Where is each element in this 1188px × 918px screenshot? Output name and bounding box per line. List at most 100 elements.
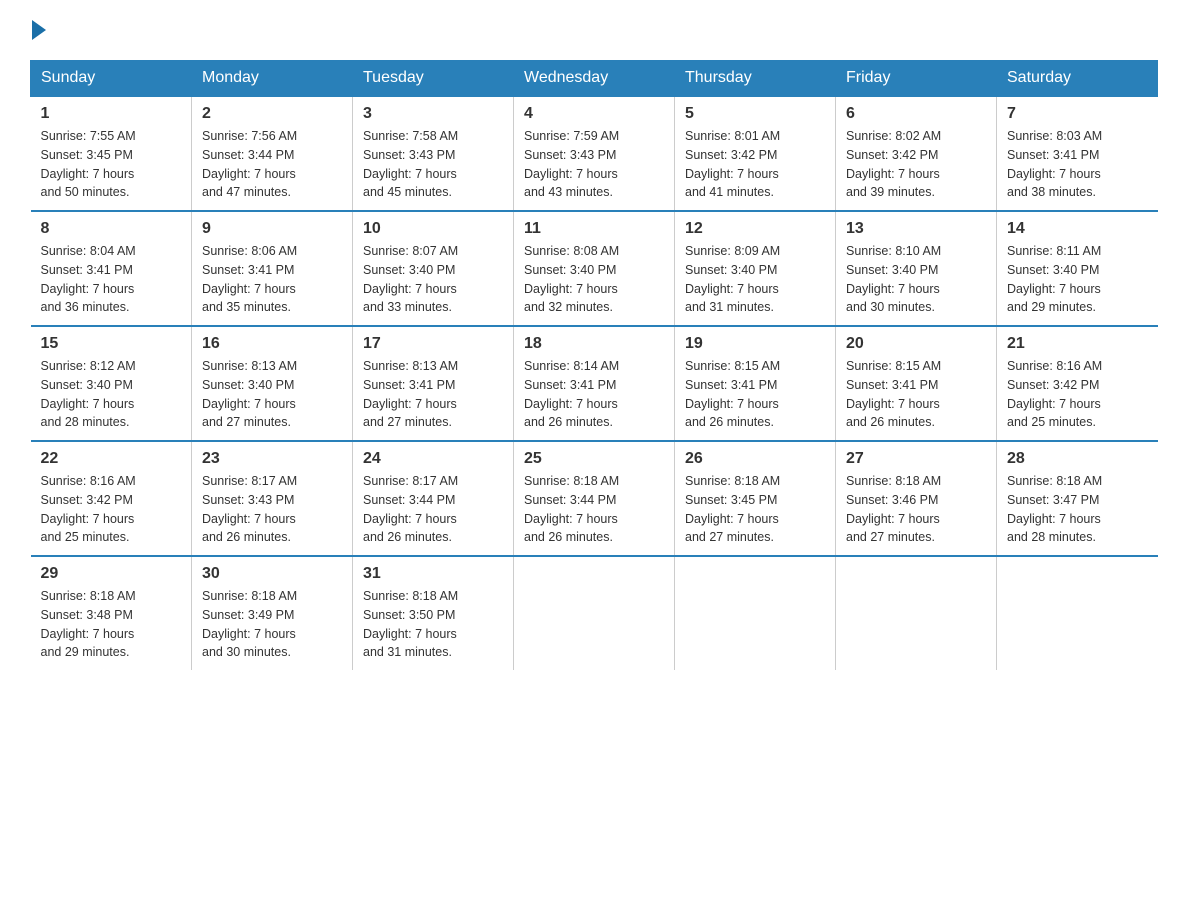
day-number: 1 xyxy=(41,105,182,123)
header-row: SundayMondayTuesdayWednesdayThursdayFrid… xyxy=(31,61,1158,97)
week-row-3: 15 Sunrise: 8:12 AM Sunset: 3:40 PM Dayl… xyxy=(31,326,1158,441)
day-info: Sunrise: 8:07 AM Sunset: 3:40 PM Dayligh… xyxy=(363,242,503,317)
day-cell: 14 Sunrise: 8:11 AM Sunset: 3:40 PM Dayl… xyxy=(997,211,1158,326)
day-cell: 28 Sunrise: 8:18 AM Sunset: 3:47 PM Dayl… xyxy=(997,441,1158,556)
header-cell-wednesday: Wednesday xyxy=(514,61,675,97)
day-info: Sunrise: 8:04 AM Sunset: 3:41 PM Dayligh… xyxy=(41,242,182,317)
calendar-header: SundayMondayTuesdayWednesdayThursdayFrid… xyxy=(31,61,1158,97)
day-info: Sunrise: 8:18 AM Sunset: 3:44 PM Dayligh… xyxy=(524,472,664,547)
day-number: 29 xyxy=(41,565,182,583)
day-number: 4 xyxy=(524,105,664,123)
day-info: Sunrise: 8:06 AM Sunset: 3:41 PM Dayligh… xyxy=(202,242,342,317)
day-cell: 7 Sunrise: 8:03 AM Sunset: 3:41 PM Dayli… xyxy=(997,96,1158,211)
day-cell: 20 Sunrise: 8:15 AM Sunset: 3:41 PM Dayl… xyxy=(836,326,997,441)
day-cell: 25 Sunrise: 8:18 AM Sunset: 3:44 PM Dayl… xyxy=(514,441,675,556)
day-cell: 15 Sunrise: 8:12 AM Sunset: 3:40 PM Dayl… xyxy=(31,326,192,441)
day-number: 14 xyxy=(1007,220,1148,238)
logo xyxy=(30,20,48,40)
day-number: 19 xyxy=(685,335,825,353)
day-info: Sunrise: 8:17 AM Sunset: 3:43 PM Dayligh… xyxy=(202,472,342,547)
day-number: 26 xyxy=(685,450,825,468)
day-info: Sunrise: 8:13 AM Sunset: 3:40 PM Dayligh… xyxy=(202,357,342,432)
day-info: Sunrise: 8:11 AM Sunset: 3:40 PM Dayligh… xyxy=(1007,242,1148,317)
day-cell: 22 Sunrise: 8:16 AM Sunset: 3:42 PM Dayl… xyxy=(31,441,192,556)
day-number: 10 xyxy=(363,220,503,238)
day-cell: 13 Sunrise: 8:10 AM Sunset: 3:40 PM Dayl… xyxy=(836,211,997,326)
day-cell: 21 Sunrise: 8:16 AM Sunset: 3:42 PM Dayl… xyxy=(997,326,1158,441)
day-info: Sunrise: 8:14 AM Sunset: 3:41 PM Dayligh… xyxy=(524,357,664,432)
day-cell: 17 Sunrise: 8:13 AM Sunset: 3:41 PM Dayl… xyxy=(353,326,514,441)
day-info: Sunrise: 7:58 AM Sunset: 3:43 PM Dayligh… xyxy=(363,127,503,202)
day-info: Sunrise: 8:18 AM Sunset: 3:45 PM Dayligh… xyxy=(685,472,825,547)
day-cell: 5 Sunrise: 8:01 AM Sunset: 3:42 PM Dayli… xyxy=(675,96,836,211)
day-number: 24 xyxy=(363,450,503,468)
day-cell: 31 Sunrise: 8:18 AM Sunset: 3:50 PM Dayl… xyxy=(353,556,514,670)
day-cell: 27 Sunrise: 8:18 AM Sunset: 3:46 PM Dayl… xyxy=(836,441,997,556)
day-number: 21 xyxy=(1007,335,1148,353)
day-info: Sunrise: 8:18 AM Sunset: 3:50 PM Dayligh… xyxy=(363,587,503,662)
day-info: Sunrise: 8:18 AM Sunset: 3:47 PM Dayligh… xyxy=(1007,472,1148,547)
day-number: 6 xyxy=(846,105,986,123)
logo-arrow-icon xyxy=(32,20,46,40)
day-cell: 19 Sunrise: 8:15 AM Sunset: 3:41 PM Dayl… xyxy=(675,326,836,441)
day-info: Sunrise: 8:01 AM Sunset: 3:42 PM Dayligh… xyxy=(685,127,825,202)
day-number: 25 xyxy=(524,450,664,468)
day-cell: 11 Sunrise: 8:08 AM Sunset: 3:40 PM Dayl… xyxy=(514,211,675,326)
day-info: Sunrise: 8:15 AM Sunset: 3:41 PM Dayligh… xyxy=(685,357,825,432)
day-number: 11 xyxy=(524,220,664,238)
calendar-table: SundayMondayTuesdayWednesdayThursdayFrid… xyxy=(30,60,1158,670)
day-number: 13 xyxy=(846,220,986,238)
page-header xyxy=(30,20,1158,40)
week-row-1: 1 Sunrise: 7:55 AM Sunset: 3:45 PM Dayli… xyxy=(31,96,1158,211)
day-cell: 24 Sunrise: 8:17 AM Sunset: 3:44 PM Dayl… xyxy=(353,441,514,556)
day-info: Sunrise: 7:55 AM Sunset: 3:45 PM Dayligh… xyxy=(41,127,182,202)
day-info: Sunrise: 8:12 AM Sunset: 3:40 PM Dayligh… xyxy=(41,357,182,432)
day-info: Sunrise: 7:56 AM Sunset: 3:44 PM Dayligh… xyxy=(202,127,342,202)
day-info: Sunrise: 8:03 AM Sunset: 3:41 PM Dayligh… xyxy=(1007,127,1148,202)
day-cell: 8 Sunrise: 8:04 AM Sunset: 3:41 PM Dayli… xyxy=(31,211,192,326)
day-cell: 4 Sunrise: 7:59 AM Sunset: 3:43 PM Dayli… xyxy=(514,96,675,211)
day-number: 30 xyxy=(202,565,342,583)
day-number: 2 xyxy=(202,105,342,123)
day-info: Sunrise: 8:02 AM Sunset: 3:42 PM Dayligh… xyxy=(846,127,986,202)
header-cell-saturday: Saturday xyxy=(997,61,1158,97)
day-info: Sunrise: 8:13 AM Sunset: 3:41 PM Dayligh… xyxy=(363,357,503,432)
day-info: Sunrise: 8:16 AM Sunset: 3:42 PM Dayligh… xyxy=(1007,357,1148,432)
day-cell: 3 Sunrise: 7:58 AM Sunset: 3:43 PM Dayli… xyxy=(353,96,514,211)
day-cell: 1 Sunrise: 7:55 AM Sunset: 3:45 PM Dayli… xyxy=(31,96,192,211)
day-number: 3 xyxy=(363,105,503,123)
day-cell: 16 Sunrise: 8:13 AM Sunset: 3:40 PM Dayl… xyxy=(192,326,353,441)
day-cell: 23 Sunrise: 8:17 AM Sunset: 3:43 PM Dayl… xyxy=(192,441,353,556)
day-info: Sunrise: 8:10 AM Sunset: 3:40 PM Dayligh… xyxy=(846,242,986,317)
day-info: Sunrise: 7:59 AM Sunset: 3:43 PM Dayligh… xyxy=(524,127,664,202)
header-cell-tuesday: Tuesday xyxy=(353,61,514,97)
header-cell-monday: Monday xyxy=(192,61,353,97)
day-cell: 29 Sunrise: 8:18 AM Sunset: 3:48 PM Dayl… xyxy=(31,556,192,670)
header-cell-friday: Friday xyxy=(836,61,997,97)
day-number: 18 xyxy=(524,335,664,353)
day-number: 28 xyxy=(1007,450,1148,468)
day-number: 15 xyxy=(41,335,182,353)
week-row-4: 22 Sunrise: 8:16 AM Sunset: 3:42 PM Dayl… xyxy=(31,441,1158,556)
day-cell: 30 Sunrise: 8:18 AM Sunset: 3:49 PM Dayl… xyxy=(192,556,353,670)
week-row-5: 29 Sunrise: 8:18 AM Sunset: 3:48 PM Dayl… xyxy=(31,556,1158,670)
day-number: 12 xyxy=(685,220,825,238)
day-number: 20 xyxy=(846,335,986,353)
day-cell: 18 Sunrise: 8:14 AM Sunset: 3:41 PM Dayl… xyxy=(514,326,675,441)
day-info: Sunrise: 8:15 AM Sunset: 3:41 PM Dayligh… xyxy=(846,357,986,432)
day-cell xyxy=(514,556,675,670)
day-number: 8 xyxy=(41,220,182,238)
day-number: 16 xyxy=(202,335,342,353)
day-cell xyxy=(997,556,1158,670)
calendar-body: 1 Sunrise: 7:55 AM Sunset: 3:45 PM Dayli… xyxy=(31,96,1158,670)
day-info: Sunrise: 8:18 AM Sunset: 3:48 PM Dayligh… xyxy=(41,587,182,662)
day-number: 5 xyxy=(685,105,825,123)
day-cell: 10 Sunrise: 8:07 AM Sunset: 3:40 PM Dayl… xyxy=(353,211,514,326)
day-cell: 2 Sunrise: 7:56 AM Sunset: 3:44 PM Dayli… xyxy=(192,96,353,211)
day-number: 22 xyxy=(41,450,182,468)
day-cell: 26 Sunrise: 8:18 AM Sunset: 3:45 PM Dayl… xyxy=(675,441,836,556)
day-info: Sunrise: 8:09 AM Sunset: 3:40 PM Dayligh… xyxy=(685,242,825,317)
week-row-2: 8 Sunrise: 8:04 AM Sunset: 3:41 PM Dayli… xyxy=(31,211,1158,326)
day-cell xyxy=(675,556,836,670)
header-cell-thursday: Thursday xyxy=(675,61,836,97)
